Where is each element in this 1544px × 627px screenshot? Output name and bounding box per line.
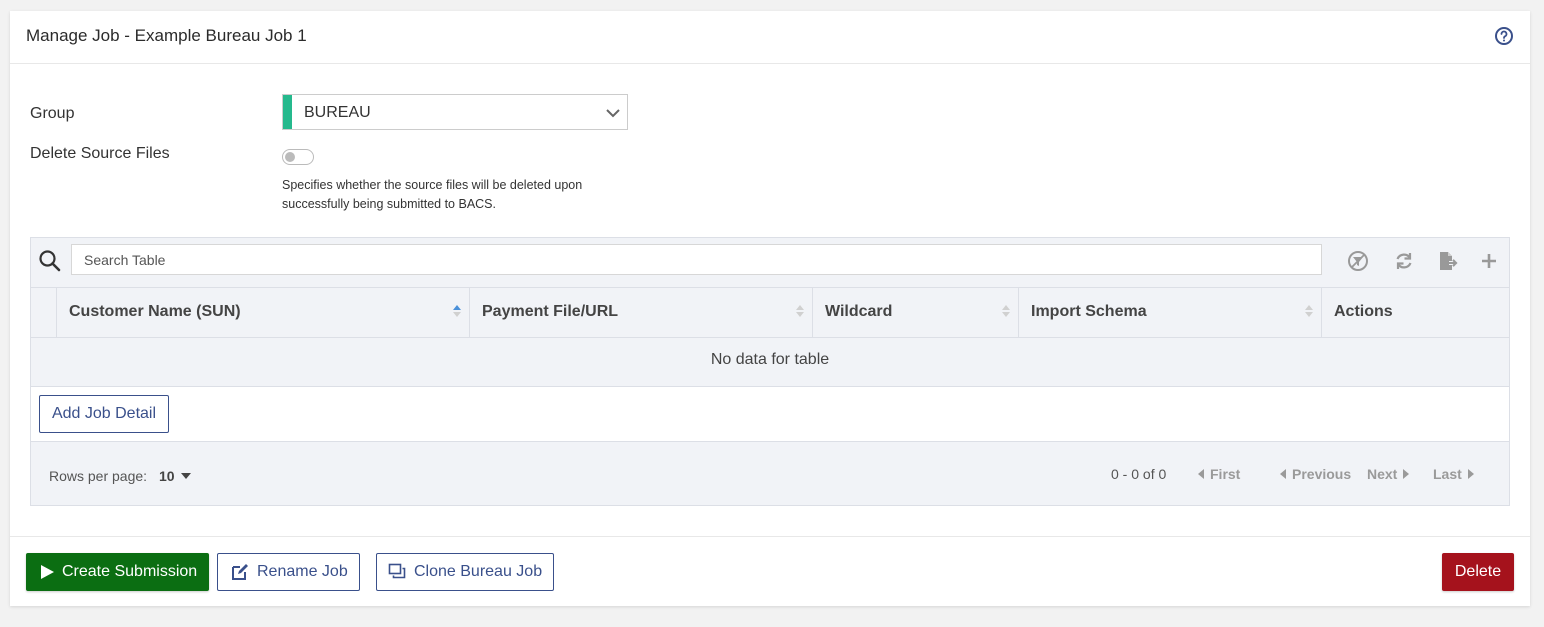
card-header: Manage Job - Example Bureau Job 1 <box>10 11 1530 64</box>
group-select[interactable]: BUREAU <box>282 94 628 130</box>
delete-source-files-label: Delete Source Files <box>30 145 170 162</box>
column-label: Import Schema <box>1031 303 1147 320</box>
column-header-payment-file[interactable]: Payment File/URL <box>469 288 812 337</box>
create-submission-label: Create Submission <box>62 563 198 580</box>
group-select-value: BUREAU <box>304 104 371 121</box>
column-header-customer-name[interactable]: Customer Name (SUN) <box>56 288 469 337</box>
pager-next[interactable]: Next <box>1367 466 1410 482</box>
toggle-knob <box>285 152 295 162</box>
group-label: Group <box>30 105 75 122</box>
rows-per-page-select[interactable]: 10 <box>159 468 175 484</box>
group-select-accent <box>283 95 292 129</box>
select-column-header <box>31 288 56 337</box>
chevron-right-icon <box>1403 469 1410 479</box>
play-icon <box>41 565 54 579</box>
job-details-table: Customer Name (SUN) Payment File/URL Wil… <box>30 237 1510 506</box>
empty-table-row: No data for table <box>31 337 1509 387</box>
column-label: Actions <box>1334 303 1393 320</box>
column-label: Payment File/URL <box>482 303 619 320</box>
add-job-detail-button[interactable]: Add Job Detail <box>39 395 169 433</box>
sort-icon <box>1002 305 1010 317</box>
question-circle-icon[interactable] <box>1494 26 1514 46</box>
delete-source-files-help: Specifies whether the source files will … <box>282 178 583 211</box>
pager-next-label: Next <box>1367 466 1398 482</box>
chevron-right-icon <box>1467 469 1474 479</box>
clone-bureau-job-label: Clone Bureau Job <box>414 563 543 580</box>
pager-last[interactable]: Last <box>1433 466 1474 482</box>
sort-icon <box>796 305 804 317</box>
edit-icon <box>232 564 248 580</box>
pager-previous[interactable]: Previous <box>1280 466 1351 482</box>
column-label: Wildcard <box>825 303 893 320</box>
caret-down-icon[interactable] <box>181 473 191 479</box>
column-label: Customer Name (SUN) <box>69 303 241 320</box>
search-icon <box>39 250 61 272</box>
column-header-import-schema[interactable]: Import Schema <box>1018 288 1321 337</box>
chevron-down-icon <box>606 109 620 118</box>
create-submission-button[interactable]: Create Submission <box>26 553 209 591</box>
rename-job-button[interactable]: Rename Job <box>217 553 360 591</box>
column-header-wildcard[interactable]: Wildcard <box>812 288 1018 337</box>
table-header: Customer Name (SUN) Payment File/URL Wil… <box>31 287 1509 338</box>
clear-filter-icon[interactable] <box>1347 250 1369 272</box>
empty-table-text: No data for table <box>710 351 830 368</box>
column-header-actions: Actions <box>1321 288 1509 337</box>
clone-icon <box>388 563 406 579</box>
clone-bureau-job-button[interactable]: Clone Bureau Job <box>376 553 554 591</box>
chevron-left-icon <box>1198 469 1204 479</box>
delete-source-files-toggle[interactable] <box>282 149 314 165</box>
pager-previous-label: Previous <box>1292 466 1352 482</box>
refresh-icon[interactable] <box>1393 250 1415 272</box>
pager-first-label: First <box>1210 466 1241 482</box>
search-input[interactable] <box>71 244 1322 275</box>
rows-per-page-label: Rows per page: <box>49 468 148 484</box>
rename-job-label: Rename Job <box>257 563 348 580</box>
chevron-left-icon <box>1280 469 1286 479</box>
pager-last-label: Last <box>1433 466 1462 482</box>
delete-button[interactable]: Delete <box>1442 553 1514 591</box>
page-info: 0 - 0 of 0 <box>1111 466 1167 482</box>
manage-job-card: Manage Job - Example Bureau Job 1 Group … <box>10 11 1530 606</box>
add-row-area: Add Job Detail <box>31 387 1509 442</box>
add-icon[interactable] <box>1478 250 1500 272</box>
sort-asc-icon <box>453 305 461 317</box>
sort-icon <box>1305 305 1313 317</box>
footer-divider <box>10 536 1530 537</box>
pager-first[interactable]: First <box>1198 466 1240 482</box>
page-title: Manage Job - Example Bureau Job 1 <box>26 26 307 45</box>
export-icon[interactable] <box>1436 250 1458 272</box>
table-footer: Rows per page: 10 0 - 0 of 0 First Previ… <box>31 442 1509 505</box>
